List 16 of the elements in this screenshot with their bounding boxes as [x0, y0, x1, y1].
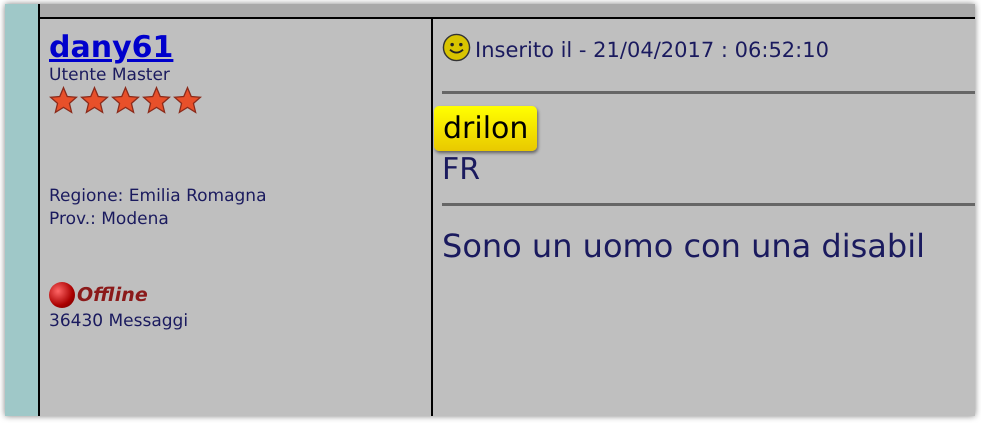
province-text: Prov.: Modena [49, 209, 169, 229]
star-icon [79, 85, 110, 116]
status-label: Offline [77, 283, 148, 308]
star-icon [172, 85, 203, 116]
username-link[interactable]: dany61 [49, 31, 174, 65]
user-rank: Utente Master [49, 65, 170, 85]
star-icon [110, 85, 141, 116]
post-body: Sono un uomo con una disabil [442, 226, 925, 266]
region-text: Regione: Emilia Romagna [49, 185, 266, 208]
smiley-icon [442, 33, 471, 62]
star-icon [141, 85, 172, 116]
post-line: FR [442, 150, 480, 188]
post-date: Inserito il - 21/04/2017 : 06:52:10 [475, 37, 829, 64]
highlighted-word: drilon [434, 106, 538, 150]
star-icon [48, 85, 79, 116]
post-count: 36430 Messaggi [49, 310, 188, 332]
